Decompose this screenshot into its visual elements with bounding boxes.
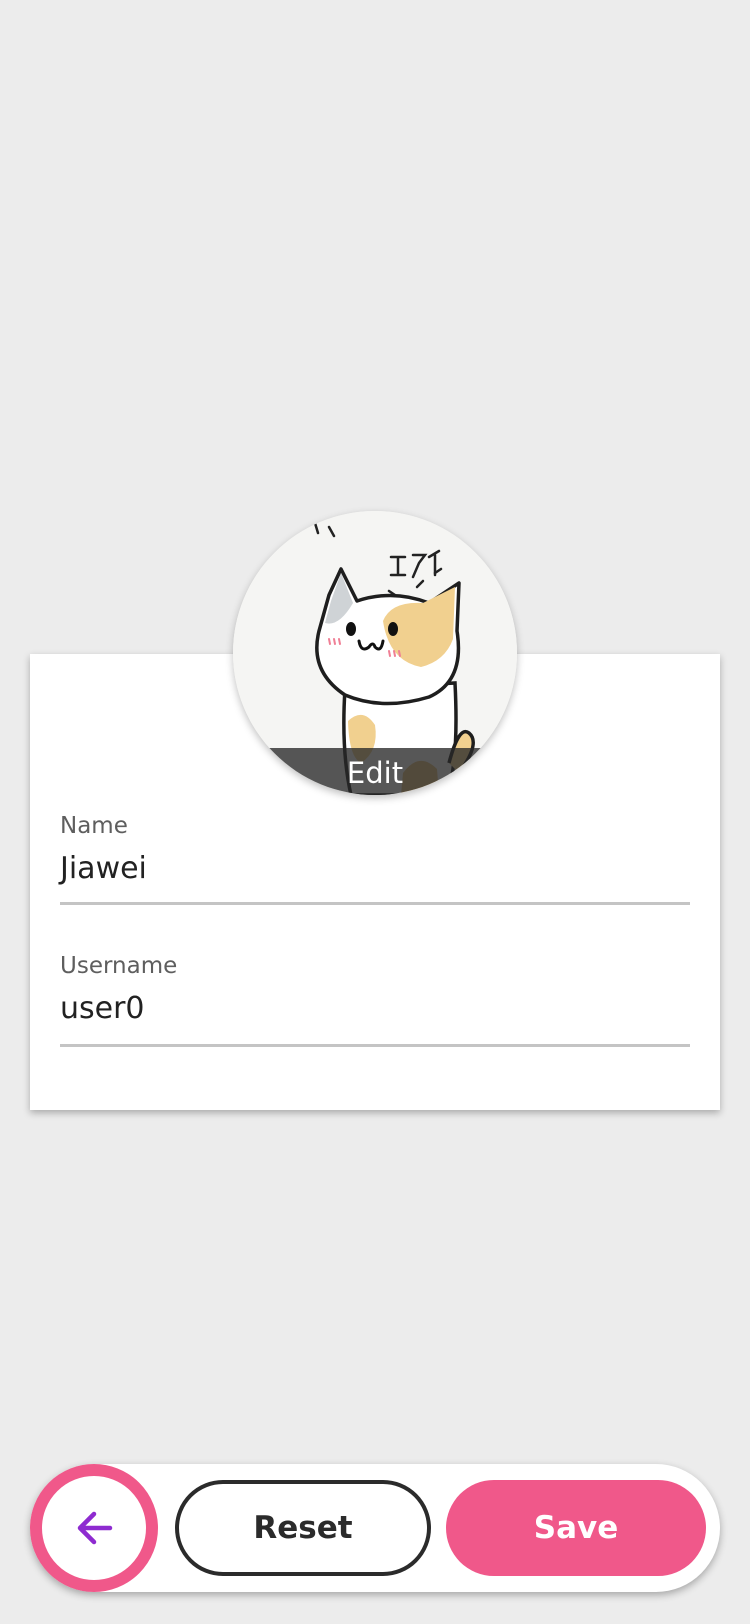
name-field[interactable]: Name Jiawei: [60, 812, 690, 905]
username-field[interactable]: Username user0: [60, 952, 690, 1047]
username-label: Username: [60, 953, 178, 979]
avatar[interactable]: Edit: [233, 511, 517, 795]
username-underline: [60, 1044, 690, 1047]
reset-button[interactable]: Reset: [175, 1480, 431, 1576]
bottom-action-bar: Reset Save: [30, 1464, 720, 1592]
edit-avatar-label[interactable]: Edit: [233, 748, 517, 795]
back-button[interactable]: [30, 1464, 158, 1592]
name-label: Name: [60, 813, 128, 839]
name-input[interactable]: Jiawei: [60, 849, 690, 889]
arrow-left-icon: [77, 1511, 113, 1545]
username-input[interactable]: user0: [60, 989, 690, 1029]
name-underline: [60, 902, 690, 905]
save-button[interactable]: Save: [446, 1480, 706, 1576]
